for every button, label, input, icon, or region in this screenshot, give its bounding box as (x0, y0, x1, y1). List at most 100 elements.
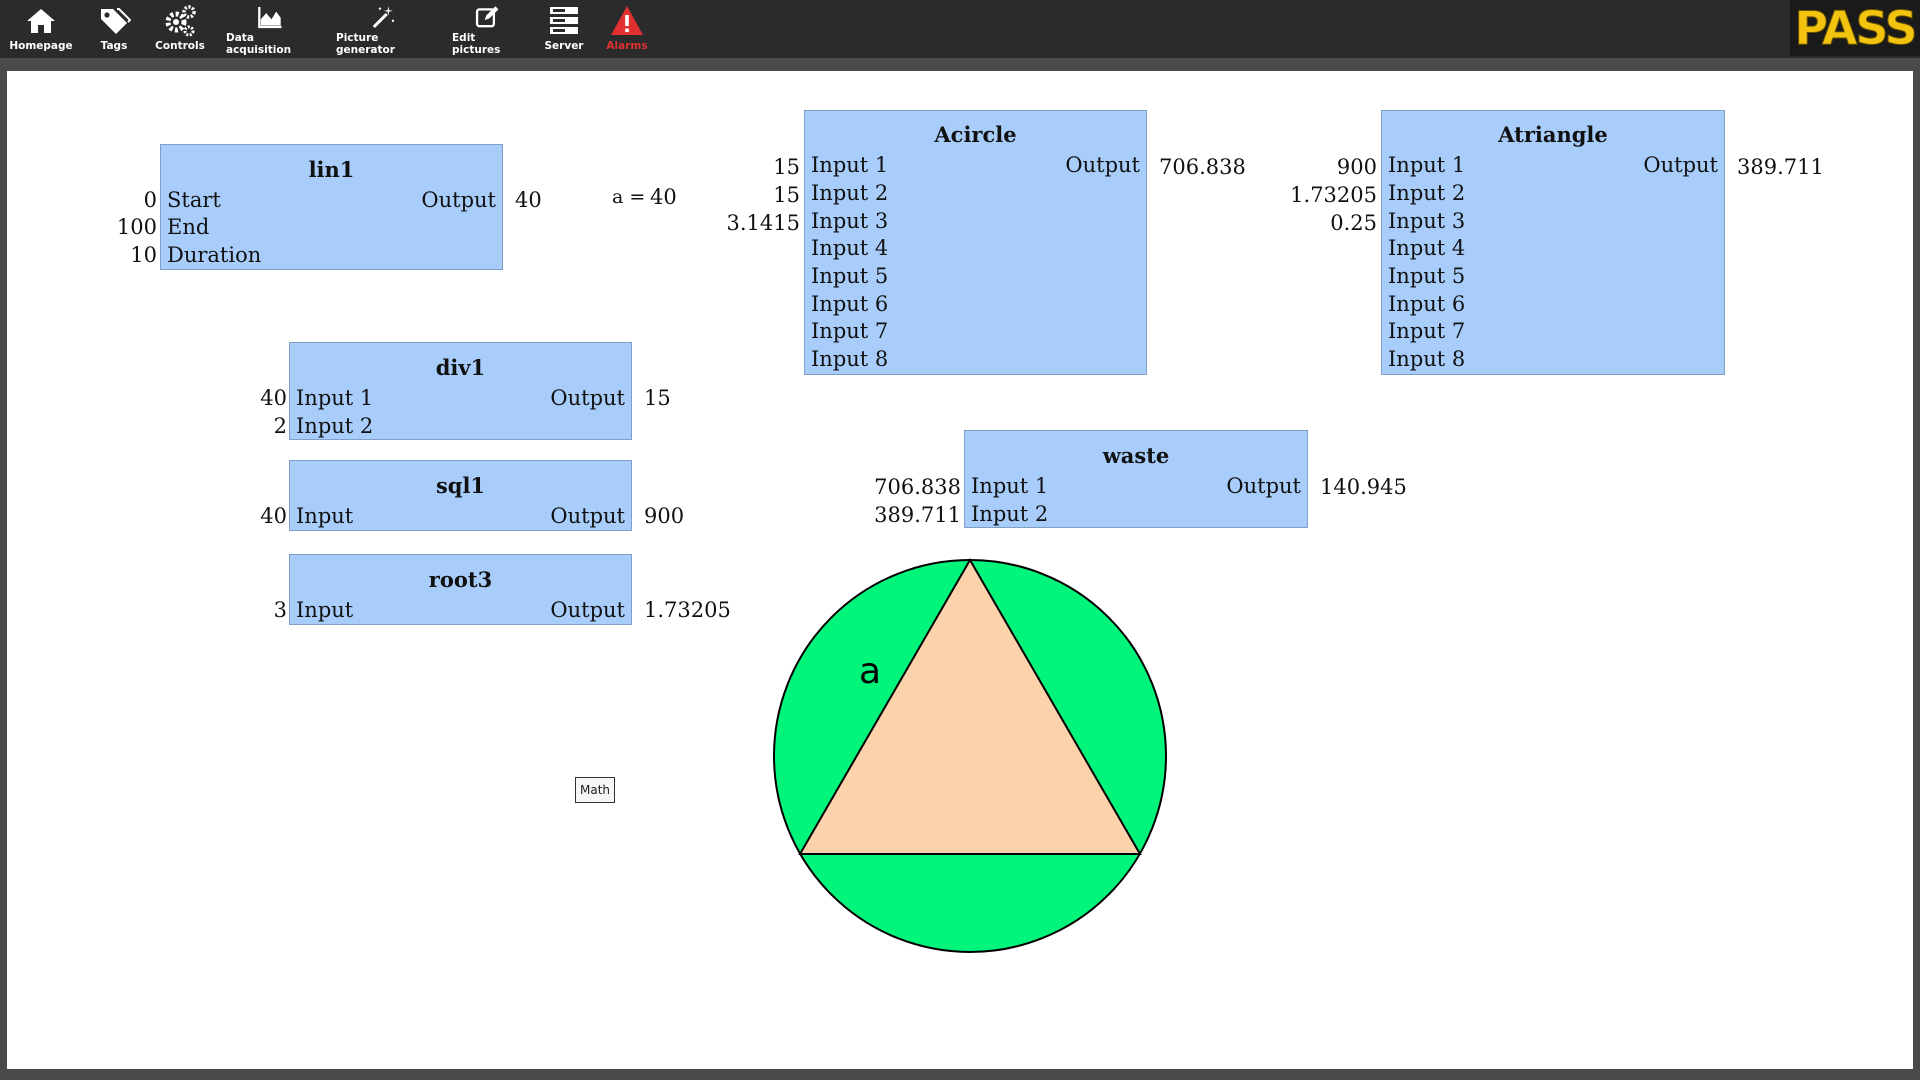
atriangle-row-6: Input 6 (1388, 292, 1718, 320)
acircle-output-value: 706.838 (1159, 155, 1246, 179)
atriangle-input2-value: 1.73205 (1290, 183, 1377, 207)
lin1-output-value: 40 (515, 188, 542, 212)
pass-logo: PASS (1790, 0, 1920, 56)
div1-input2-value: 2 (273, 414, 287, 438)
root3-output-label: Output (550, 598, 625, 622)
gears-icon (165, 5, 196, 37)
atriangle-output-label: Output (1643, 153, 1718, 177)
lin1-row-duration: Duration (167, 243, 496, 271)
root3-block[interactable]: root3 Input Output (289, 554, 632, 625)
atriangle-input6-label: Input 6 (1388, 292, 1466, 316)
div1-block[interactable]: div1 Input 1 Output Input 2 (289, 342, 632, 440)
tags-label: Tags (100, 40, 128, 52)
div1-row-1: Input 1 Output (296, 386, 625, 414)
lin1-start-label: Start (167, 188, 221, 212)
data-acquisition-button[interactable]: Data acquisition (226, 4, 314, 56)
waste-title: waste (1102, 443, 1170, 468)
atriangle-block[interactable]: Atriangle Input 1 Output Input 2 Input 3… (1381, 110, 1725, 375)
server-button[interactable]: Server (542, 4, 586, 56)
alarms-label: Alarms (606, 40, 648, 52)
math-button[interactable]: Math (575, 777, 615, 803)
tags-icon (101, 8, 131, 34)
acircle-row-8: Input 8 (811, 347, 1140, 375)
variable-value: 40 (650, 185, 677, 209)
waste-output-value: 140.945 (1320, 475, 1407, 499)
picture-generator-button[interactable]: Picture generator (336, 4, 430, 56)
waste-input1-label: Input 1 (971, 474, 1049, 498)
waste-input2-value: 389.711 (874, 503, 961, 527)
lin1-duration-label: Duration (167, 243, 262, 267)
lin1-row-start: Start Output (167, 188, 496, 216)
variable-label: a = (612, 186, 646, 208)
lin1-title: lin1 (308, 157, 355, 182)
div1-input2-label: Input 2 (296, 414, 374, 438)
sql1-row-1: Input Output (296, 504, 625, 532)
logo-text: PASS (1794, 1, 1918, 56)
waste-input1-value: 706.838 (874, 475, 961, 499)
acircle-output-label: Output (1065, 153, 1140, 177)
atriangle-input8-label: Input 8 (1388, 347, 1466, 371)
acircle-input3-value: 3.1415 (726, 211, 800, 235)
atriangle-input7-label: Input 7 (1388, 319, 1466, 343)
sql1-title: sql1 (435, 473, 486, 498)
atriangle-row-7: Input 7 (1388, 319, 1718, 347)
atriangle-output-value: 389.711 (1737, 155, 1824, 179)
acircle-row-3: Input 3 (811, 209, 1140, 237)
warning-icon (611, 6, 643, 35)
atriangle-row-3: Input 3 (1388, 209, 1718, 237)
waste-output-label: Output (1226, 474, 1301, 498)
atriangle-row-2: Input 2 (1388, 181, 1718, 209)
area-chart-icon (258, 7, 282, 29)
acircle-row-4: Input 4 (811, 236, 1140, 264)
acircle-input5-label: Input 5 (811, 264, 889, 288)
acircle-row-5: Input 5 (811, 264, 1140, 292)
atriangle-input1-label: Input 1 (1388, 153, 1466, 177)
acircle-row-6: Input 6 (811, 292, 1140, 320)
edit-pictures-button[interactable]: Edit pictures (452, 4, 522, 56)
atriangle-row-8: Input 8 (1388, 347, 1718, 375)
sql1-output-label: Output (550, 504, 625, 528)
atriangle-row-4: Input 4 (1388, 236, 1718, 264)
div1-row-2: Input 2 (296, 414, 625, 442)
controls-button[interactable]: Controls (155, 4, 205, 56)
atriangle-input3-value: 0.25 (1330, 211, 1377, 235)
homepage-label: Homepage (9, 40, 73, 52)
root3-input-value: 3 (273, 598, 287, 622)
lin1-block[interactable]: lin1 Start Output End Duration (160, 144, 503, 270)
div1-input1-value: 40 (260, 386, 287, 410)
waste-block[interactable]: waste Input 1 Output Input 2 (964, 430, 1308, 528)
waste-row-1: Input 1 Output (971, 474, 1301, 502)
picture-canvas: 0 100 10 lin1 Start Output End Duration … (7, 71, 1913, 1069)
acircle-block[interactable]: Acircle Input 1 Output Input 2 Input 3 I… (804, 110, 1147, 375)
sql1-block[interactable]: sql1 Input Output (289, 460, 632, 531)
edit-icon (475, 6, 499, 28)
lin1-end-value: 100 (116, 215, 157, 239)
lin1-start-value: 0 (143, 188, 157, 212)
acircle-row-2: Input 2 (811, 181, 1140, 209)
lin1-output-label: Output (421, 188, 496, 212)
sql1-output-value: 900 (644, 504, 685, 528)
circle-triangle-drawing: a (773, 558, 1167, 953)
home-icon (27, 9, 55, 33)
picture-generator-label: Picture generator (336, 32, 395, 56)
acircle-input4-label: Input 4 (811, 236, 889, 260)
lin1-row-end: End (167, 215, 496, 243)
waste-row-2: Input 2 (971, 502, 1301, 530)
alarms-button[interactable]: Alarms (604, 4, 650, 56)
atriangle-input1-value: 900 (1336, 155, 1377, 179)
atriangle-input2-label: Input 2 (1388, 181, 1466, 205)
root3-title: root3 (428, 567, 493, 592)
lin1-duration-value: 10 (130, 243, 157, 267)
div1-output-label: Output (550, 386, 625, 410)
acircle-input6-label: Input 6 (811, 292, 889, 316)
tags-button[interactable]: Tags (92, 4, 136, 56)
side-a-label: a (859, 651, 881, 692)
root3-output-value: 1.73205 (644, 598, 731, 622)
sql1-input-value: 40 (260, 504, 287, 528)
atriangle-input5-label: Input 5 (1388, 264, 1466, 288)
atriangle-row-1: Input 1 Output (1388, 153, 1718, 181)
acircle-input2-value: 15 (773, 183, 800, 207)
homepage-button[interactable]: Homepage (9, 4, 73, 56)
div1-title: div1 (435, 355, 486, 380)
acircle-input8-label: Input 8 (811, 347, 889, 371)
